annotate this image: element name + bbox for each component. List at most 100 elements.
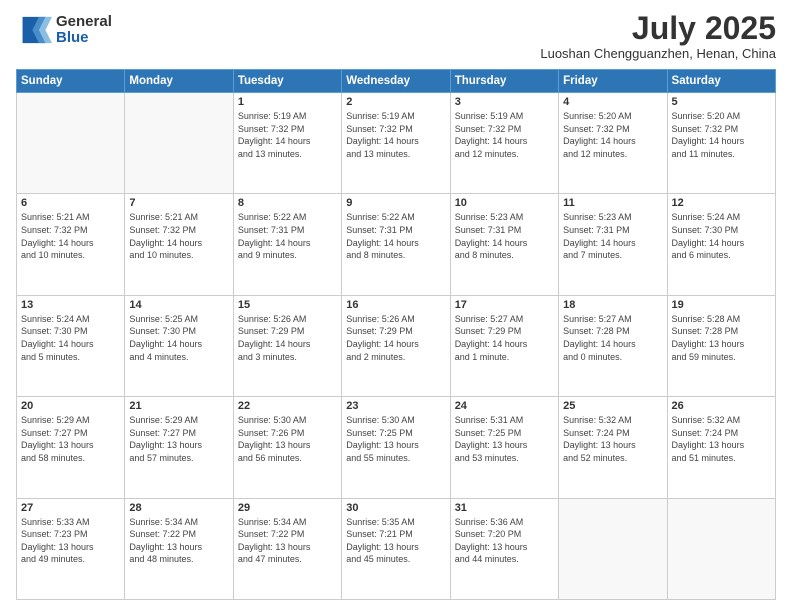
calendar-cell: 28 Sunrise: 5:34 AM Sunset: 7:22 PM Dayli… (125, 498, 233, 599)
day-info: Sunrise: 5:34 AM Sunset: 7:22 PM Dayligh… (129, 516, 228, 566)
day-number: 22 (238, 400, 337, 412)
calendar-cell (559, 498, 667, 599)
calendar-cell: 15 Sunrise: 5:26 AM Sunset: 7:29 PM Dayli… (233, 295, 341, 396)
calendar-day-header: Monday (125, 70, 233, 93)
day-info: Sunrise: 5:21 AM Sunset: 7:32 PM Dayligh… (21, 211, 120, 261)
calendar-week-row: 1 Sunrise: 5:19 AM Sunset: 7:32 PM Daylig… (17, 93, 776, 194)
calendar-day-header: Thursday (450, 70, 558, 93)
logo-line1: General (56, 14, 112, 31)
day-number: 10 (455, 197, 554, 209)
day-info: Sunrise: 5:25 AM Sunset: 7:30 PM Dayligh… (129, 313, 228, 363)
calendar-cell: 31 Sunrise: 5:36 AM Sunset: 7:20 PM Dayli… (450, 498, 558, 599)
day-number: 25 (563, 400, 662, 412)
day-number: 18 (563, 299, 662, 311)
calendar-cell: 24 Sunrise: 5:31 AM Sunset: 7:25 PM Dayli… (450, 397, 558, 498)
day-number: 15 (238, 299, 337, 311)
calendar-cell: 4Sunrise: 5:20 AM Sunset: 7:32 PM Daylig… (559, 93, 667, 194)
calendar-week-row: 13Sunrise: 5:24 AM Sunset: 7:30 PM Dayli… (17, 295, 776, 396)
day-number: 6 (21, 197, 120, 209)
calendar-day-header: Wednesday (342, 70, 450, 93)
day-number: 1 (238, 96, 337, 108)
day-info: Sunrise: 5:19 AM Sunset: 7:32 PM Dayligh… (455, 110, 554, 160)
calendar-cell: 17Sunrise: 5:27 AM Sunset: 7:29 PM Dayli… (450, 295, 558, 396)
calendar-cell: 20 Sunrise: 5:29 AM Sunset: 7:27 PM Dayli… (17, 397, 125, 498)
calendar-cell: 18 Sunrise: 5:27 AM Sunset: 7:28 PM Dayli… (559, 295, 667, 396)
day-number: 20 (21, 400, 120, 412)
calendar-table: SundayMondayTuesdayWednesdayThursdayFrid… (16, 69, 776, 600)
day-number: 8 (238, 197, 337, 209)
calendar-day-header: Sunday (17, 70, 125, 93)
day-number: 21 (129, 400, 228, 412)
day-info: Sunrise: 5:23 AM Sunset: 7:31 PM Dayligh… (455, 211, 554, 261)
day-info: Sunrise: 5:23 AM Sunset: 7:31 PM Dayligh… (563, 211, 662, 261)
day-number: 5 (672, 96, 771, 108)
calendar-cell: 1 Sunrise: 5:19 AM Sunset: 7:32 PM Daylig… (233, 93, 341, 194)
calendar-cell: 5Sunrise: 5:20 AM Sunset: 7:32 PM Daylig… (667, 93, 775, 194)
day-info: Sunrise: 5:19 AM Sunset: 7:32 PM Dayligh… (346, 110, 445, 160)
calendar-cell: 13Sunrise: 5:24 AM Sunset: 7:30 PM Dayli… (17, 295, 125, 396)
calendar-cell: 10 Sunrise: 5:23 AM Sunset: 7:31 PM Dayli… (450, 194, 558, 295)
calendar-cell: 19 Sunrise: 5:28 AM Sunset: 7:28 PM Dayli… (667, 295, 775, 396)
day-number: 27 (21, 502, 120, 514)
day-info: Sunrise: 5:21 AM Sunset: 7:32 PM Dayligh… (129, 211, 228, 261)
calendar-cell: 6 Sunrise: 5:21 AM Sunset: 7:32 PM Daylig… (17, 194, 125, 295)
day-number: 28 (129, 502, 228, 514)
calendar-cell: 2 Sunrise: 5:19 AM Sunset: 7:32 PM Daylig… (342, 93, 450, 194)
day-info: Sunrise: 5:29 AM Sunset: 7:27 PM Dayligh… (21, 414, 120, 464)
day-number: 9 (346, 197, 445, 209)
day-info: Sunrise: 5:29 AM Sunset: 7:27 PM Dayligh… (129, 414, 228, 464)
calendar-cell: 9 Sunrise: 5:22 AM Sunset: 7:31 PM Daylig… (342, 194, 450, 295)
day-number: 14 (129, 299, 228, 311)
title-block: July 2025 Luoshan Chengguanzhen, Henan, … (540, 12, 776, 61)
day-number: 4 (563, 96, 662, 108)
day-number: 11 (563, 197, 662, 209)
day-info: Sunrise: 5:22 AM Sunset: 7:31 PM Dayligh… (346, 211, 445, 261)
calendar-cell: 12Sunrise: 5:24 AM Sunset: 7:30 PM Dayli… (667, 194, 775, 295)
page: General Blue July 2025 Luoshan Chengguan… (0, 0, 792, 612)
day-number: 23 (346, 400, 445, 412)
calendar-cell: 30 Sunrise: 5:35 AM Sunset: 7:21 PM Dayli… (342, 498, 450, 599)
day-info: Sunrise: 5:31 AM Sunset: 7:25 PM Dayligh… (455, 414, 554, 464)
day-info: Sunrise: 5:28 AM Sunset: 7:28 PM Dayligh… (672, 313, 771, 363)
calendar-cell: 29 Sunrise: 5:34 AM Sunset: 7:22 PM Dayli… (233, 498, 341, 599)
calendar-cell: 16Sunrise: 5:26 AM Sunset: 7:29 PM Dayli… (342, 295, 450, 396)
calendar-day-header: Friday (559, 70, 667, 93)
day-number: 29 (238, 502, 337, 514)
calendar-cell: 23 Sunrise: 5:30 AM Sunset: 7:25 PM Dayli… (342, 397, 450, 498)
day-info: Sunrise: 5:30 AM Sunset: 7:25 PM Dayligh… (346, 414, 445, 464)
day-info: Sunrise: 5:19 AM Sunset: 7:32 PM Dayligh… (238, 110, 337, 160)
calendar-cell: 11 Sunrise: 5:23 AM Sunset: 7:31 PM Dayli… (559, 194, 667, 295)
day-number: 3 (455, 96, 554, 108)
location-title: Luoshan Chengguanzhen, Henan, China (540, 46, 776, 61)
day-number: 24 (455, 400, 554, 412)
logo-icon (16, 12, 52, 48)
calendar-week-row: 6 Sunrise: 5:21 AM Sunset: 7:32 PM Daylig… (17, 194, 776, 295)
calendar-cell: 27 Sunrise: 5:33 AM Sunset: 7:23 PM Dayli… (17, 498, 125, 599)
day-number: 12 (672, 197, 771, 209)
day-info: Sunrise: 5:33 AM Sunset: 7:23 PM Dayligh… (21, 516, 120, 566)
day-number: 2 (346, 96, 445, 108)
day-info: Sunrise: 5:26 AM Sunset: 7:29 PM Dayligh… (238, 313, 337, 363)
calendar-cell: 3 Sunrise: 5:19 AM Sunset: 7:32 PM Daylig… (450, 93, 558, 194)
day-info: Sunrise: 5:27 AM Sunset: 7:28 PM Dayligh… (563, 313, 662, 363)
day-number: 26 (672, 400, 771, 412)
calendar-day-header: Tuesday (233, 70, 341, 93)
logo: General Blue (16, 12, 112, 48)
day-info: Sunrise: 5:24 AM Sunset: 7:30 PM Dayligh… (21, 313, 120, 363)
calendar-cell: 21 Sunrise: 5:29 AM Sunset: 7:27 PM Dayli… (125, 397, 233, 498)
calendar-cell (17, 93, 125, 194)
logo-line2: Blue (56, 30, 112, 47)
calendar-day-header: Saturday (667, 70, 775, 93)
day-info: Sunrise: 5:27 AM Sunset: 7:29 PM Dayligh… (455, 313, 554, 363)
day-number: 7 (129, 197, 228, 209)
day-info: Sunrise: 5:32 AM Sunset: 7:24 PM Dayligh… (672, 414, 771, 464)
day-info: Sunrise: 5:30 AM Sunset: 7:26 PM Dayligh… (238, 414, 337, 464)
day-number: 19 (672, 299, 771, 311)
calendar-cell: 26 Sunrise: 5:32 AM Sunset: 7:24 PM Dayli… (667, 397, 775, 498)
day-number: 30 (346, 502, 445, 514)
day-info: Sunrise: 5:35 AM Sunset: 7:21 PM Dayligh… (346, 516, 445, 566)
day-info: Sunrise: 5:36 AM Sunset: 7:20 PM Dayligh… (455, 516, 554, 566)
calendar-week-row: 20 Sunrise: 5:29 AM Sunset: 7:27 PM Dayli… (17, 397, 776, 498)
day-info: Sunrise: 5:34 AM Sunset: 7:22 PM Dayligh… (238, 516, 337, 566)
day-number: 31 (455, 502, 554, 514)
